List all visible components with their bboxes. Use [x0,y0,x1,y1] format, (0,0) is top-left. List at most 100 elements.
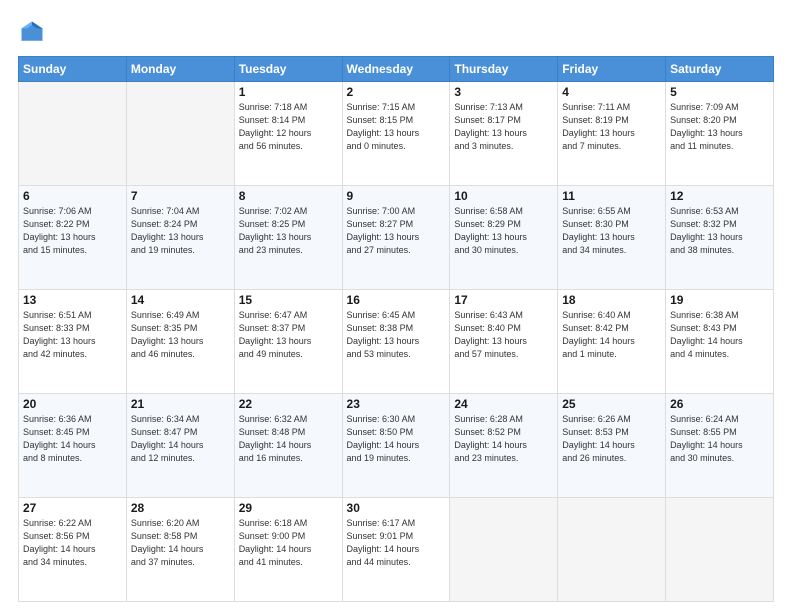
day-info: Sunrise: 6:55 AM Sunset: 8:30 PM Dayligh… [562,205,661,257]
logo-icon [18,18,46,46]
day-info: Sunrise: 6:17 AM Sunset: 9:01 PM Dayligh… [347,517,446,569]
calendar-day-cell: 17 Sunrise: 6:43 AM Sunset: 8:40 PM Dayli… [450,290,558,394]
day-number: 17 [454,293,553,307]
day-info: Sunrise: 6:22 AM Sunset: 8:56 PM Dayligh… [23,517,122,569]
day-number: 3 [454,85,553,99]
day-number: 22 [239,397,338,411]
calendar-day-cell: 22 Sunrise: 6:32 AM Sunset: 8:48 PM Dayli… [234,394,342,498]
calendar-day-cell: 18 Sunrise: 6:40 AM Sunset: 8:42 PM Dayli… [558,290,666,394]
day-number: 25 [562,397,661,411]
calendar-day-cell: 12Sunrise: 6:53 AM Sunset: 8:32 PM Dayli… [666,186,774,290]
calendar-week-row: 27 Sunrise: 6:22 AM Sunset: 8:56 PM Dayli… [19,498,774,602]
day-info: Sunrise: 6:28 AM Sunset: 8:52 PM Dayligh… [454,413,553,465]
day-number: 24 [454,397,553,411]
calendar-day-cell: 10Sunrise: 6:58 AM Sunset: 8:29 PM Dayli… [450,186,558,290]
calendar-day-cell: 23 Sunrise: 6:30 AM Sunset: 8:50 PM Dayli… [342,394,450,498]
day-info: Sunrise: 7:00 AM Sunset: 8:27 PM Dayligh… [347,205,446,257]
calendar-day-cell: 2 Sunrise: 7:15 AM Sunset: 8:15 PM Daylig… [342,82,450,186]
day-info: Sunrise: 6:24 AM Sunset: 8:55 PM Dayligh… [670,413,769,465]
day-number: 2 [347,85,446,99]
day-number: 8 [239,189,338,203]
day-number: 15 [239,293,338,307]
day-number: 14 [131,293,230,307]
day-info: Sunrise: 6:34 AM Sunset: 8:47 PM Dayligh… [131,413,230,465]
logo [18,18,50,46]
day-info: Sunrise: 6:43 AM Sunset: 8:40 PM Dayligh… [454,309,553,361]
weekday-header: Wednesday [342,57,450,82]
day-info: Sunrise: 7:15 AM Sunset: 8:15 PM Dayligh… [347,101,446,153]
day-info: Sunrise: 6:20 AM Sunset: 8:58 PM Dayligh… [131,517,230,569]
day-info: Sunrise: 6:51 AM Sunset: 8:33 PM Dayligh… [23,309,122,361]
day-info: Sunrise: 7:09 AM Sunset: 8:20 PM Dayligh… [670,101,769,153]
calendar-week-row: 1 Sunrise: 7:18 AM Sunset: 8:14 PM Daylig… [19,82,774,186]
calendar-day-cell: 13 Sunrise: 6:51 AM Sunset: 8:33 PM Dayli… [19,290,127,394]
day-info: Sunrise: 7:06 AM Sunset: 8:22 PM Dayligh… [23,205,122,257]
day-info: Sunrise: 6:32 AM Sunset: 8:48 PM Dayligh… [239,413,338,465]
header [18,18,774,46]
weekday-header: Saturday [666,57,774,82]
day-number: 12 [670,189,769,203]
day-info: Sunrise: 6:45 AM Sunset: 8:38 PM Dayligh… [347,309,446,361]
calendar-week-row: 13 Sunrise: 6:51 AM Sunset: 8:33 PM Dayli… [19,290,774,394]
page: SundayMondayTuesdayWednesdayThursdayFrid… [0,0,792,612]
calendar-day-cell: 29 Sunrise: 6:18 AM Sunset: 9:00 PM Dayli… [234,498,342,602]
weekday-header: Thursday [450,57,558,82]
calendar-day-cell [126,82,234,186]
day-number: 28 [131,501,230,515]
day-number: 23 [347,397,446,411]
day-info: Sunrise: 6:49 AM Sunset: 8:35 PM Dayligh… [131,309,230,361]
calendar-day-cell: 21Sunrise: 6:34 AM Sunset: 8:47 PM Dayli… [126,394,234,498]
day-info: Sunrise: 7:18 AM Sunset: 8:14 PM Dayligh… [239,101,338,153]
day-info: Sunrise: 6:30 AM Sunset: 8:50 PM Dayligh… [347,413,446,465]
calendar-table: SundayMondayTuesdayWednesdayThursdayFrid… [18,56,774,602]
day-info: Sunrise: 6:26 AM Sunset: 8:53 PM Dayligh… [562,413,661,465]
calendar-day-cell: 28 Sunrise: 6:20 AM Sunset: 8:58 PM Dayli… [126,498,234,602]
calendar-day-cell: 15Sunrise: 6:47 AM Sunset: 8:37 PM Dayli… [234,290,342,394]
calendar-day-cell: 20Sunrise: 6:36 AM Sunset: 8:45 PM Dayli… [19,394,127,498]
day-number: 18 [562,293,661,307]
calendar-day-cell [19,82,127,186]
day-number: 27 [23,501,122,515]
day-number: 13 [23,293,122,307]
day-number: 16 [347,293,446,307]
day-number: 6 [23,189,122,203]
calendar-day-cell: 16 Sunrise: 6:45 AM Sunset: 8:38 PM Dayli… [342,290,450,394]
weekday-header: Monday [126,57,234,82]
calendar-day-cell: 3 Sunrise: 7:13 AM Sunset: 8:17 PM Daylig… [450,82,558,186]
calendar-day-cell: 26 Sunrise: 6:24 AM Sunset: 8:55 PM Dayli… [666,394,774,498]
day-number: 19 [670,293,769,307]
calendar-day-cell [450,498,558,602]
day-number: 5 [670,85,769,99]
day-number: 9 [347,189,446,203]
day-info: Sunrise: 7:11 AM Sunset: 8:19 PM Dayligh… [562,101,661,153]
calendar-week-row: 20Sunrise: 6:36 AM Sunset: 8:45 PM Dayli… [19,394,774,498]
day-info: Sunrise: 7:02 AM Sunset: 8:25 PM Dayligh… [239,205,338,257]
weekday-header: Tuesday [234,57,342,82]
calendar-day-cell: 9 Sunrise: 7:00 AM Sunset: 8:27 PM Daylig… [342,186,450,290]
calendar-day-cell: 27 Sunrise: 6:22 AM Sunset: 8:56 PM Dayli… [19,498,127,602]
day-number: 26 [670,397,769,411]
day-number: 7 [131,189,230,203]
day-number: 10 [454,189,553,203]
calendar-day-cell: 6 Sunrise: 7:06 AM Sunset: 8:22 PM Daylig… [19,186,127,290]
day-number: 29 [239,501,338,515]
day-info: Sunrise: 7:13 AM Sunset: 8:17 PM Dayligh… [454,101,553,153]
day-info: Sunrise: 6:40 AM Sunset: 8:42 PM Dayligh… [562,309,661,361]
calendar-day-cell: 4 Sunrise: 7:11 AM Sunset: 8:19 PM Daylig… [558,82,666,186]
day-info: Sunrise: 6:18 AM Sunset: 9:00 PM Dayligh… [239,517,338,569]
calendar-day-cell [666,498,774,602]
calendar-day-cell: 5 Sunrise: 7:09 AM Sunset: 8:20 PM Daylig… [666,82,774,186]
day-number: 20 [23,397,122,411]
day-number: 11 [562,189,661,203]
calendar-day-cell: 7 Sunrise: 7:04 AM Sunset: 8:24 PM Daylig… [126,186,234,290]
day-info: Sunrise: 7:04 AM Sunset: 8:24 PM Dayligh… [131,205,230,257]
day-number: 1 [239,85,338,99]
day-number: 4 [562,85,661,99]
calendar-day-cell: 14 Sunrise: 6:49 AM Sunset: 8:35 PM Dayli… [126,290,234,394]
day-number: 30 [347,501,446,515]
weekday-header: Sunday [19,57,127,82]
calendar-day-cell: 25 Sunrise: 6:26 AM Sunset: 8:53 PM Dayli… [558,394,666,498]
calendar-day-cell: 24 Sunrise: 6:28 AM Sunset: 8:52 PM Dayli… [450,394,558,498]
calendar-day-cell: 19Sunrise: 6:38 AM Sunset: 8:43 PM Dayli… [666,290,774,394]
calendar-header-row: SundayMondayTuesdayWednesdayThursdayFrid… [19,57,774,82]
